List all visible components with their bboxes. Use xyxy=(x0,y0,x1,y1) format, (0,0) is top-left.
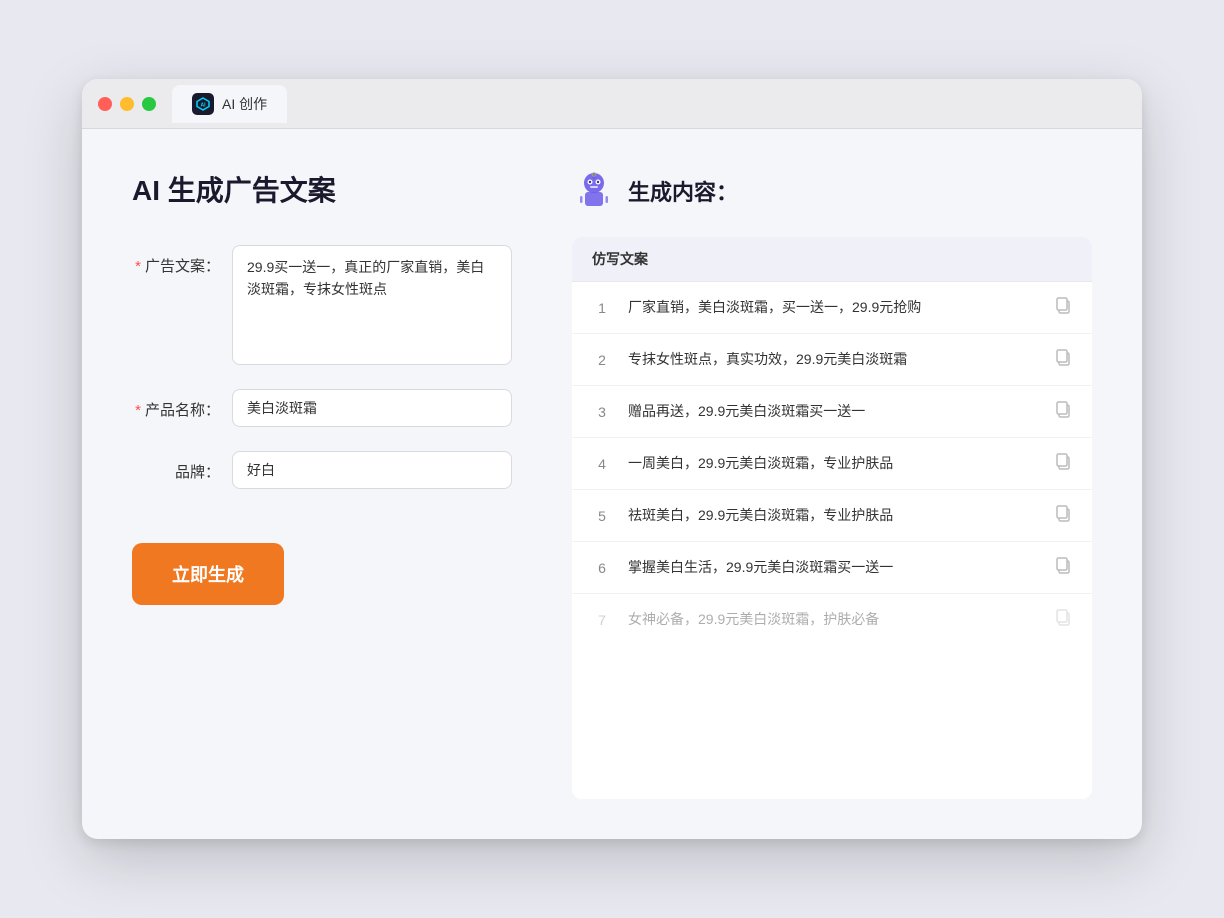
table-row: 3 赠品再送，29.9元美白淡斑霜买一送一 xyxy=(572,386,1092,438)
tab-icon: AI xyxy=(192,93,214,115)
row-number: 6 xyxy=(592,560,612,576)
table-header: 仿写文案 xyxy=(572,237,1092,282)
row-text: 女神必备，29.9元美白淡斑霜，护肤必备 xyxy=(628,609,1038,630)
brand-group: 品牌： 好白 xyxy=(132,451,512,489)
brand-input[interactable]: 好白 xyxy=(232,451,512,489)
table-row: 1 厂家直销，美白淡斑霜，买一送一，29.9元抢购 xyxy=(572,282,1092,334)
copy-icon[interactable] xyxy=(1054,452,1072,475)
svg-text:AI: AI xyxy=(201,102,207,108)
generate-button[interactable]: 立即生成 xyxy=(132,543,284,605)
right-panel: 生成内容： 仿写文案 1 厂家直销，美白淡斑霜，买一送一，29.9元抢购 2 专抹女… xyxy=(572,169,1092,799)
copy-icon[interactable] xyxy=(1054,504,1072,527)
row-number: 7 xyxy=(592,612,612,628)
product-name-label: *产品名称： xyxy=(132,389,232,420)
result-header: 生成内容： xyxy=(572,169,1092,213)
browser-window: AI AI 创作 AI 生成广告文案 *广告文案： 29.9买一送一，真正的厂家… xyxy=(82,79,1142,839)
ad-copy-label: *广告文案： xyxy=(132,245,232,276)
table-row: 5 祛斑美白，29.9元美白淡斑霜，专业护肤品 xyxy=(572,490,1092,542)
tab-label: AI 创作 xyxy=(222,94,267,114)
product-name-input[interactable]: 美白淡斑霜 xyxy=(232,389,512,427)
result-table: 仿写文案 1 厂家直销，美白淡斑霜，买一送一，29.9元抢购 2 专抹女性斑点，真实… xyxy=(572,237,1092,799)
table-row: 6 掌握美白生活，29.9元美白淡斑霜买一送一 xyxy=(572,542,1092,594)
row-text: 专抹女性斑点，真实功效，29.9元美白淡斑霜 xyxy=(628,349,1038,370)
table-row: 2 专抹女性斑点，真实功效，29.9元美白淡斑霜 xyxy=(572,334,1092,386)
row-number: 2 xyxy=(592,352,612,368)
ai-tab[interactable]: AI AI 创作 xyxy=(172,85,287,123)
copy-icon[interactable] xyxy=(1054,348,1072,371)
copy-icon[interactable] xyxy=(1054,296,1072,319)
browser-content: AI 生成广告文案 *广告文案： 29.9买一送一，真正的厂家直销，美白淡斑霜，… xyxy=(82,129,1142,839)
required-star-2: * xyxy=(135,402,141,419)
table-row: 7 女神必备，29.9元美白淡斑霜，护肤必备 xyxy=(572,594,1092,645)
row-text: 祛斑美白，29.9元美白淡斑霜，专业护肤品 xyxy=(628,505,1038,526)
ad-copy-textarea[interactable]: 29.9买一送一，真正的厂家直销，美白淡斑霜，专抹女性斑点 xyxy=(232,245,512,365)
row-number: 4 xyxy=(592,456,612,472)
minimize-button[interactable] xyxy=(120,97,134,111)
copy-icon[interactable] xyxy=(1054,556,1072,579)
row-text: 掌握美白生活，29.9元美白淡斑霜买一送一 xyxy=(628,557,1038,578)
maximize-button[interactable] xyxy=(142,97,156,111)
copy-icon[interactable] xyxy=(1054,400,1072,423)
close-button[interactable] xyxy=(98,97,112,111)
required-star-1: * xyxy=(135,258,141,275)
row-number: 3 xyxy=(592,404,612,420)
row-text: 一周美白，29.9元美白淡斑霜，专业护肤品 xyxy=(628,453,1038,474)
brand-label: 品牌： xyxy=(132,451,232,482)
row-text: 赠品再送，29.9元美白淡斑霜买一送一 xyxy=(628,401,1038,422)
table-body: 1 厂家直销，美白淡斑霜，买一送一，29.9元抢购 2 专抹女性斑点，真实功效，29… xyxy=(572,282,1092,645)
row-text: 厂家直销，美白淡斑霜，买一送一，29.9元抢购 xyxy=(628,297,1038,318)
product-name-group: *产品名称： 美白淡斑霜 xyxy=(132,389,512,427)
page-title: AI 生成广告文案 xyxy=(132,169,512,209)
left-panel: AI 生成广告文案 *广告文案： 29.9买一送一，真正的厂家直销，美白淡斑霜，… xyxy=(132,169,512,799)
copy-icon[interactable] xyxy=(1054,608,1072,631)
row-number: 5 xyxy=(592,508,612,524)
row-number: 1 xyxy=(592,300,612,316)
result-title: 生成内容： xyxy=(628,175,738,207)
robot-icon xyxy=(572,169,616,213)
browser-titlebar: AI AI 创作 xyxy=(82,79,1142,129)
table-row: 4 一周美白，29.9元美白淡斑霜，专业护肤品 xyxy=(572,438,1092,490)
ad-copy-group: *广告文案： 29.9买一送一，真正的厂家直销，美白淡斑霜，专抹女性斑点 xyxy=(132,245,512,365)
traffic-lights xyxy=(98,97,156,111)
